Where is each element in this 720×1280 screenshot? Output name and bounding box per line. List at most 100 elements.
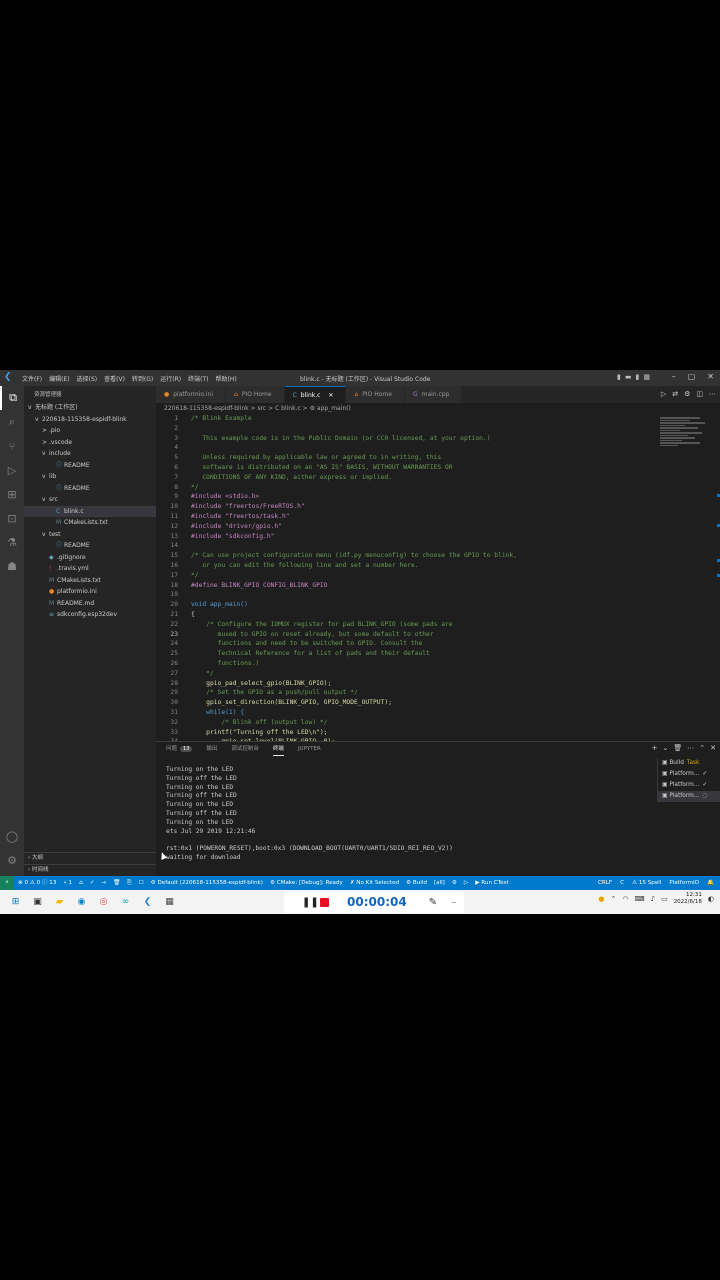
- maximize-icon[interactable]: ▢: [688, 372, 696, 381]
- file-item[interactable]: M CMakeLists.txt: [24, 517, 156, 529]
- chrome-icon[interactable]: ◎: [96, 894, 111, 909]
- close-panel-icon[interactable]: ✕: [710, 744, 716, 752]
- status-item[interactable]: ⌂: [79, 876, 83, 890]
- app-icon[interactable]: ▦: [162, 894, 177, 909]
- status-item[interactable]: PlatformIO: [669, 876, 699, 890]
- file-item[interactable]: ≡ sdkconfig.esp32dev: [24, 609, 156, 621]
- chevron-down-icon[interactable]: ⌄: [662, 744, 668, 752]
- menu-item[interactable]: 编辑(E): [49, 374, 69, 383]
- minimap[interactable]: [660, 416, 710, 476]
- toggle-secondary-icon[interactable]: ▮: [636, 373, 640, 381]
- battery-icon[interactable]: ▭: [661, 895, 668, 903]
- breadcrumb[interactable]: 220618-115358-espidf-blink > src > C bli…: [156, 403, 720, 414]
- terminal-instance[interactable]: ▣ Build Task: [658, 758, 720, 769]
- platformio-icon[interactable]: ☗: [0, 554, 24, 578]
- explorer-icon[interactable]: ⧉: [0, 386, 24, 410]
- status-item[interactable]: ⎘: [127, 876, 131, 890]
- settings-icon[interactable]: ⚙: [684, 390, 690, 398]
- vscode-taskbar-icon[interactable]: ❮: [140, 894, 155, 909]
- status-item[interactable]: ⚙ CMake: [Debug]: Ready: [270, 876, 343, 890]
- run-debug-icon[interactable]: ▷: [0, 458, 24, 482]
- menu-item[interactable]: 转到(G): [132, 374, 153, 383]
- status-item[interactable]: ⚙ Default (220618-115358-espidf-blink): [151, 876, 263, 890]
- status-item[interactable]: 🗑: [113, 876, 120, 890]
- status-item[interactable]: ▷: [464, 876, 468, 890]
- status-item[interactable]: C: [620, 876, 624, 890]
- status-item[interactable]: ✗ No Kit Selected: [350, 876, 399, 890]
- status-item[interactable]: 🔔: [707, 876, 714, 890]
- more-actions-icon[interactable]: ⋯: [709, 390, 716, 398]
- status-item[interactable]: ⊗ 0 ⚠ 0 ⓘ 13: [18, 876, 56, 890]
- tray-app-icon[interactable]: ●: [598, 895, 604, 903]
- terminal-instance[interactable]: ▣ Platform... ◌: [658, 791, 720, 802]
- task-view-icon[interactable]: ▣: [30, 894, 45, 909]
- volume-icon[interactable]: ♪: [651, 895, 655, 903]
- menu-item[interactable]: 运行(R): [160, 374, 181, 383]
- more-actions-icon[interactable]: ⋯: [687, 744, 694, 752]
- source-control-icon[interactable]: ⑂: [0, 434, 24, 458]
- arduino-icon[interactable]: ∞: [118, 894, 133, 909]
- editor-tab[interactable]: Gmain.cpp: [404, 386, 463, 403]
- folder-item[interactable]: v src: [24, 494, 156, 506]
- file-item[interactable]: Cblink.c: [24, 505, 156, 517]
- maximize-panel-icon[interactable]: ⌃: [699, 744, 705, 752]
- customize-layout-icon[interactable]: ▦: [643, 373, 650, 381]
- editor-tab[interactable]: ● platformio.ini: [156, 386, 227, 403]
- folder-item[interactable]: v include: [24, 448, 156, 460]
- editor-tab[interactable]: Cblink.c ✕: [284, 386, 347, 403]
- status-item[interactable]: CRLF: [598, 876, 612, 890]
- folder-item[interactable]: v test: [24, 529, 156, 541]
- settings-gear-icon[interactable]: ⚙: [0, 848, 24, 872]
- editor-tab[interactable]: ⌂ PIO Home: [226, 386, 285, 403]
- status-item[interactable]: [all]: [434, 876, 445, 890]
- file-explorer-icon[interactable]: ▰: [52, 894, 67, 909]
- minimize-icon[interactable]: –: [451, 897, 456, 908]
- folder-item[interactable]: > .pio: [24, 425, 156, 437]
- search-icon[interactable]: ⌕: [0, 410, 24, 434]
- remote-indicator-icon[interactable]: ⚡: [0, 876, 14, 890]
- edge-icon[interactable]: ◉: [74, 894, 89, 909]
- run-icon[interactable]: ▷: [661, 390, 666, 398]
- accounts-icon[interactable]: ◯: [0, 824, 24, 848]
- network-icon[interactable]: ◠: [622, 895, 628, 903]
- chevron-up-icon[interactable]: ⌃: [611, 895, 617, 903]
- testing-icon[interactable]: ⚗: [0, 530, 24, 554]
- code-editor[interactable]: 1/* Blink Example 2 3 This example code is…: [156, 414, 656, 741]
- toggle-panel-icon[interactable]: ▬: [625, 373, 632, 381]
- status-item[interactable]: ⚙: [452, 876, 457, 890]
- windows-start-icon[interactable]: ⊞: [8, 894, 23, 909]
- folder-item[interactable]: v lib: [24, 471, 156, 483]
- terminal-instance[interactable]: ▣ Platform... ✓: [658, 769, 720, 780]
- status-item[interactable]: ⚙ Build: [406, 876, 427, 890]
- toggle-sidebar-icon[interactable]: ▮: [617, 373, 621, 381]
- status-item[interactable]: ⚠ 15 Spell: [632, 876, 661, 890]
- terminal-output[interactable]: Turning on the LED Turning off the LED Tur…: [166, 766, 646, 863]
- file-item[interactable]: ● platformio.ini: [24, 586, 156, 598]
- status-item[interactable]: ✓: [90, 876, 95, 890]
- close-icon[interactable]: ✕: [707, 372, 714, 381]
- stop-icon[interactable]: [320, 897, 329, 907]
- menu-item[interactable]: 帮助(H): [215, 374, 236, 383]
- compare-icon[interactable]: ⇄: [672, 390, 678, 398]
- timeline-section[interactable]: › 时间线: [24, 864, 156, 876]
- keyboard-icon[interactable]: ⌨: [634, 895, 644, 903]
- file-item[interactable]: M CMakeLists.txt: [24, 575, 156, 587]
- status-item[interactable]: ☐: [139, 876, 144, 890]
- panel-tab[interactable]: 问题 13: [166, 742, 193, 756]
- status-item[interactable]: ▶ Run CTest: [475, 876, 509, 890]
- split-editor-icon[interactable]: ◫: [696, 390, 703, 398]
- terminal-instance[interactable]: ▣ Platform... ✓: [658, 780, 720, 791]
- minimize-icon[interactable]: –: [672, 372, 676, 381]
- menu-item[interactable]: 终端(T): [188, 374, 208, 383]
- panel-tab[interactable]: 输出: [206, 742, 217, 756]
- panel-tab[interactable]: 调试控制台: [231, 742, 259, 756]
- pen-icon[interactable]: ✎: [429, 897, 437, 908]
- file-item[interactable]: ◆ .gitignore: [24, 552, 156, 564]
- file-item[interactable]: ⓘ README: [24, 540, 156, 552]
- pause-icon[interactable]: ❚❚: [302, 897, 319, 908]
- folder-item[interactable]: > .vscode: [24, 437, 156, 449]
- file-item[interactable]: M README.md: [24, 598, 156, 610]
- new-terminal-icon[interactable]: +: [652, 744, 658, 752]
- outline-section[interactable]: › 大纲: [24, 852, 156, 864]
- workspace-root[interactable]: v 无标题 (工作区): [24, 402, 156, 414]
